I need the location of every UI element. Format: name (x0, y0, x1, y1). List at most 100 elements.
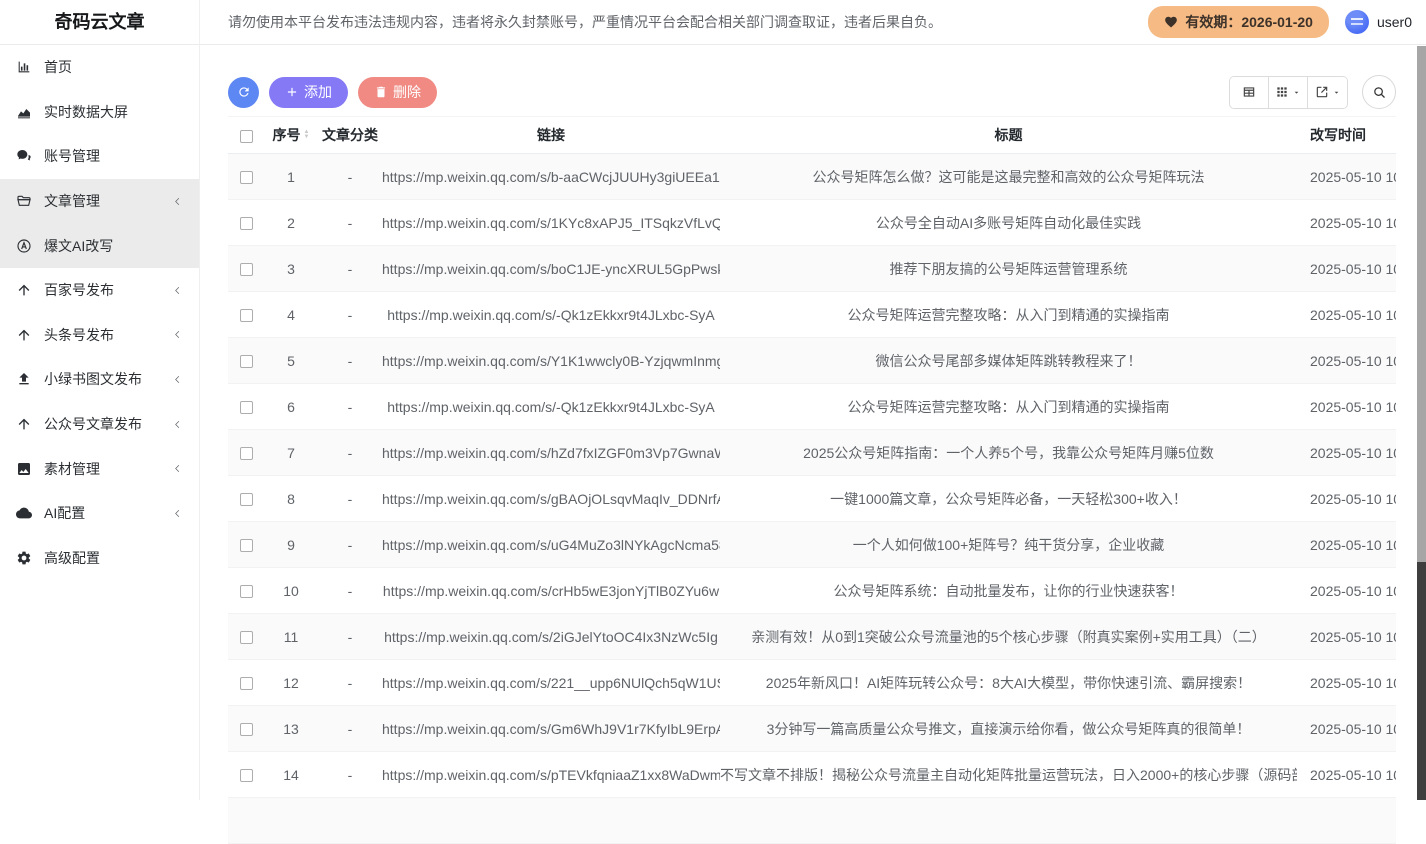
cell-seq: 1 (264, 154, 318, 200)
chevron-left-icon (172, 508, 183, 519)
cell-link: https://mp.weixin.qq.com/s/221__upp6NUlQ… (382, 660, 720, 706)
chart-area-icon (15, 103, 32, 120)
vertical-scrollbar-thumb[interactable] (1417, 46, 1426, 562)
sidebar-item-home[interactable]: 首页 (0, 45, 199, 90)
vertical-scrollbar-track[interactable] (1417, 46, 1426, 800)
row-checkbox[interactable] (240, 539, 253, 552)
articles-table: 序号 ▲▼ 文章分类 链接 标题 改写时间 1-https://mp.weixi… (228, 116, 1396, 844)
row-checkbox[interactable] (240, 631, 253, 644)
select-all-checkbox[interactable] (240, 130, 253, 143)
sidebar-item-advanced-config[interactable]: 高级配置 (0, 536, 199, 581)
sidebar-item-article-management[interactable]: 文章管理 (0, 179, 199, 224)
row-checkbox[interactable] (240, 171, 253, 184)
row-checkbox[interactable] (240, 309, 253, 322)
add-button[interactable]: 添加 (269, 77, 348, 108)
table-header-row: 序号 ▲▼ 文章分类 链接 标题 改写时间 (228, 117, 1396, 154)
row-checkbox[interactable] (240, 217, 253, 230)
sidebar-item-ai-config[interactable]: AI配置 (0, 491, 199, 536)
search-icon (1372, 85, 1387, 100)
delete-button[interactable]: 删除 (358, 77, 437, 108)
table-row[interactable]: 4-https://mp.weixin.qq.com/s/-Qk1zEkkxr9… (228, 292, 1396, 338)
column-header-title: 标题 (720, 117, 1297, 154)
delete-button-label: 删除 (393, 82, 421, 102)
cell-seq: 9 (264, 522, 318, 568)
row-checkbox[interactable] (240, 677, 253, 690)
sidebar-item-label: 小绿书图文发布 (44, 369, 142, 389)
cell-rewrite-time: 2025-05-10 10:2 (1297, 568, 1396, 614)
cell-seq: 14 (264, 752, 318, 798)
sidebar-item-label: 首页 (44, 57, 72, 77)
sidebar-item-gzh-article-publish[interactable]: 公众号文章发布 (0, 402, 199, 447)
table-row[interactable]: 11-https://mp.weixin.qq.com/s/2iGJelYtoO… (228, 614, 1396, 660)
sidebar-item-baijiahao-publish[interactable]: 百家号发布 (0, 268, 199, 313)
arrow-up-icon (15, 282, 32, 299)
validity-badge[interactable]: 有效期：2026-01-20 (1148, 6, 1329, 38)
table-row[interactable]: 5-https://mp.weixin.qq.com/s/Y1K1wwcly0B… (228, 338, 1396, 384)
cell-link: https://mp.weixin.qq.com/s/1KYc8xAPJ5_IT… (382, 200, 720, 246)
cell-category: - (318, 568, 382, 614)
row-checkbox[interactable] (240, 769, 253, 782)
row-checkbox[interactable] (240, 263, 253, 276)
cell-rewrite-time: 2025-05-10 10:5 (1297, 154, 1396, 200)
trash-icon (374, 85, 388, 99)
sidebar-item-label: 文章管理 (44, 191, 100, 211)
export-button[interactable] (1308, 77, 1347, 108)
cell-title: 不写文章不排版！揭秘公众号流量主自动化矩阵批量运营玩法，日入2000+的核心步骤… (720, 752, 1297, 798)
image-icon (15, 460, 32, 477)
row-checkbox[interactable] (240, 585, 253, 598)
row-checkbox[interactable] (240, 493, 253, 506)
search-button[interactable] (1362, 75, 1396, 109)
cell-seq: 10 (264, 568, 318, 614)
cell-checkbox (228, 476, 264, 522)
table-row[interactable]: 3-https://mp.weixin.qq.com/s/boC1JE-yncX… (228, 246, 1396, 292)
columns-toggle-button[interactable] (1269, 77, 1308, 108)
column-header-seq[interactable]: 序号 ▲▼ (264, 117, 318, 154)
chevron-left-icon (172, 374, 183, 385)
chevron-down-icon (1292, 88, 1301, 97)
table-view-button[interactable] (1230, 77, 1269, 108)
cell-title: 公众号矩阵怎么做？这可能是这最完整和高效的公众号矩阵玩法 (720, 154, 1297, 200)
sidebar-item-hot-article-ai-rewrite[interactable]: 爆文AI改写 (0, 223, 199, 268)
table-row[interactable]: 9-https://mp.weixin.qq.com/s/uG4MuZo3lNY… (228, 522, 1396, 568)
row-checkbox[interactable] (240, 447, 253, 460)
cloud-icon (15, 505, 32, 522)
sidebar-item-account-management[interactable]: 账号管理 (0, 134, 199, 179)
sidebar-item-xiaolvshu-publish[interactable]: 小绿书图文发布 (0, 357, 199, 402)
refresh-icon (237, 85, 251, 99)
cell-category: - (318, 384, 382, 430)
row-checkbox[interactable] (240, 355, 253, 368)
cell-link: https://mp.weixin.qq.com/s/hZd7fxIZGF0m3… (382, 430, 720, 476)
sidebar-item-realtime-dashboard[interactable]: 实时数据大屏 (0, 90, 199, 135)
sidebar-item-material-management[interactable]: 素材管理 (0, 446, 199, 491)
table-row[interactable]: 2-https://mp.weixin.qq.com/s/1KYc8xAPJ5_… (228, 200, 1396, 246)
add-button-label: 添加 (304, 82, 332, 102)
refresh-button[interactable] (228, 77, 259, 108)
sidebar-item-label: 实时数据大屏 (44, 102, 128, 122)
cell-category: - (318, 522, 382, 568)
sidebar-item-toutiao-publish[interactable]: 头条号发布 (0, 313, 199, 358)
cell-title: 微信公众号尾部多媒体矩阵跳转教程来了！ (720, 338, 1297, 384)
cell-title: 公众号矩阵系统：自动批量发布，让你的行业快速获客！ (720, 568, 1297, 614)
comments-icon (15, 148, 32, 165)
table-row[interactable]: 12-https://mp.weixin.qq.com/s/221__upp6N… (228, 660, 1396, 706)
cell-rewrite-time: 2025-05-10 10:3 (1297, 476, 1396, 522)
sidebar-item-label: 账号管理 (44, 146, 100, 166)
table-row[interactable]: 7-https://mp.weixin.qq.com/s/hZd7fxIZGF0… (228, 430, 1396, 476)
chevron-left-icon (172, 196, 183, 207)
table-row[interactable]: 10-https://mp.weixin.qq.com/s/crHb5wE3jo… (228, 568, 1396, 614)
cell-rewrite-time: 2025-05-10 10:1 (1297, 660, 1396, 706)
table-row[interactable]: 6-https://mp.weixin.qq.com/s/-Qk1zEkkxr9… (228, 384, 1396, 430)
table-row[interactable]: 1-https://mp.weixin.qq.com/s/b-aaCWcjJUU… (228, 154, 1396, 200)
row-checkbox[interactable] (240, 401, 253, 414)
table-row[interactable]: 8-https://mp.weixin.qq.com/s/gBAOjOLsqvM… (228, 476, 1396, 522)
row-checkbox[interactable] (240, 723, 253, 736)
table-row[interactable]: 13-https://mp.weixin.qq.com/s/Gm6WhJ9V1r… (228, 706, 1396, 752)
cell-checkbox (228, 614, 264, 660)
cell-checkbox (228, 338, 264, 384)
cell-seq: 11 (264, 614, 318, 660)
cell-rewrite-time: 2025-05-10 10:5 (1297, 200, 1396, 246)
table-row[interactable]: 14-https://mp.weixin.qq.com/s/pTEVkfqnia… (228, 752, 1396, 798)
avatar[interactable] (1345, 10, 1369, 34)
chevron-left-icon (172, 329, 183, 340)
cell-rewrite-time: 2025-05-10 10:4 (1297, 338, 1396, 384)
